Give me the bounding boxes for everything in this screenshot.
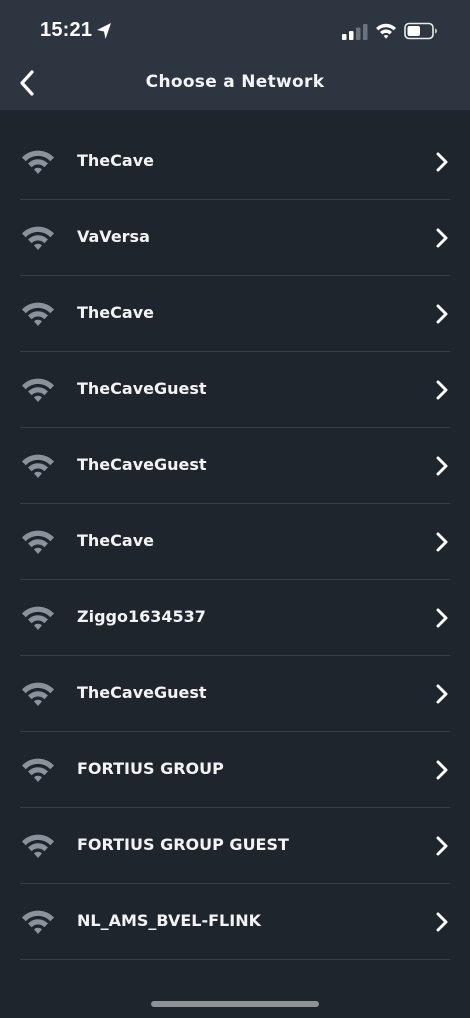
chevron-right-icon [436, 304, 448, 324]
network-row[interactable]: TheCave [0, 124, 470, 200]
network-row[interactable]: TheCaveGuest [0, 428, 470, 504]
screen: 15:21 Choose a Network TheCave VaVersa T… [0, 0, 470, 1018]
wifi-icon [376, 23, 396, 39]
wifi-icon [22, 834, 54, 858]
network-name: TheCaveGuest [77, 683, 207, 702]
chevron-right-icon [436, 684, 448, 704]
wifi-icon [22, 150, 54, 174]
network-row[interactable]: TheCaveGuest [0, 352, 470, 428]
network-row[interactable]: TheCaveGuest [0, 656, 470, 732]
chevron-right-icon [436, 152, 448, 172]
network-row[interactable]: NL_AMS_BVEL-FLINK [0, 884, 470, 960]
network-name: TheCave [77, 151, 154, 170]
wifi-icon [22, 226, 54, 250]
wifi-icon [22, 302, 54, 326]
cellular-signal-icon [342, 24, 368, 40]
network-name: TheCaveGuest [77, 379, 207, 398]
status-bar: 15:21 [0, 0, 470, 58]
network-row[interactable]: FORTIUS GROUP [0, 732, 470, 808]
network-name: FORTIUS GROUP GUEST [77, 835, 289, 854]
network-name: FORTIUS GROUP [77, 759, 224, 778]
chevron-right-icon [436, 532, 448, 552]
network-name: TheCave [77, 303, 154, 322]
home-indicator[interactable] [151, 1001, 319, 1007]
network-row[interactable]: Ziggo1634537 [0, 580, 470, 656]
nav-bar: Choose a Network [0, 58, 470, 110]
chevron-right-icon [436, 836, 448, 856]
network-row[interactable]: TheCave [0, 504, 470, 580]
header: 15:21 Choose a Network [0, 0, 470, 110]
page-title: Choose a Network [145, 72, 325, 92]
wifi-icon [22, 910, 54, 934]
wifi-icon [22, 758, 54, 782]
network-name: NL_AMS_BVEL-FLINK [77, 911, 261, 930]
network-list: TheCave VaVersa TheCave TheCaveGuest The… [0, 124, 470, 960]
wifi-icon [22, 682, 54, 706]
chevron-right-icon [436, 912, 448, 932]
network-name: TheCaveGuest [77, 455, 207, 474]
wifi-icon [22, 454, 54, 478]
location-arrow-icon [97, 23, 111, 39]
chevron-right-icon [436, 380, 448, 400]
network-row[interactable]: TheCave [0, 276, 470, 352]
wifi-icon [22, 530, 54, 554]
chevron-right-icon [436, 760, 448, 780]
chevron-right-icon [436, 456, 448, 476]
row-divider [20, 959, 450, 960]
chevron-right-icon [436, 608, 448, 628]
network-name: VaVersa [77, 227, 150, 246]
status-time: 15:21 [40, 19, 93, 41]
wifi-icon [22, 606, 54, 630]
wifi-icon [22, 378, 54, 402]
network-row[interactable]: VaVersa [0, 200, 470, 276]
battery-icon [404, 22, 437, 40]
network-name: Ziggo1634537 [77, 607, 206, 626]
chevron-right-icon [436, 228, 448, 248]
network-row[interactable]: FORTIUS GROUP GUEST [0, 808, 470, 884]
network-name: TheCave [77, 531, 154, 550]
